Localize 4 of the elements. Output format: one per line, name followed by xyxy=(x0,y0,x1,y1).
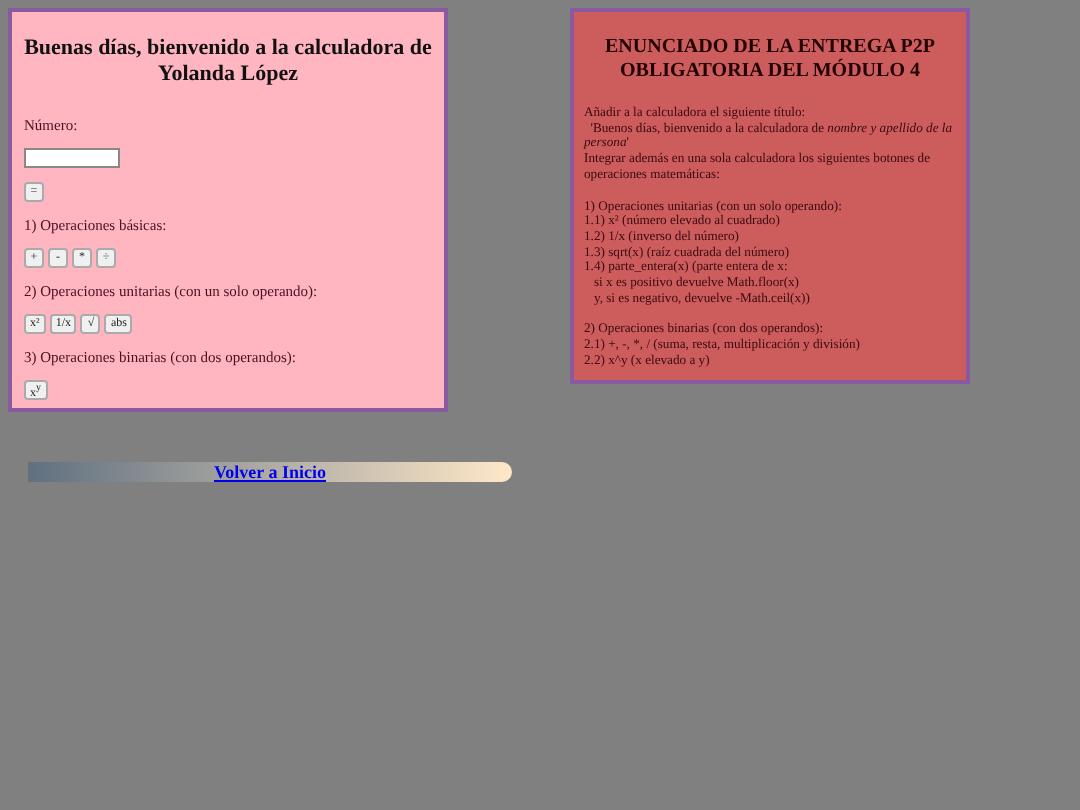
statement-title: ENUNCIADO DE LA ENTREGA P2P OBLIGATORIA DEL MÓDULO 4 xyxy=(602,36,938,84)
number-input-field[interactable] xyxy=(24,148,120,168)
back-link[interactable]: Volver a Inicio xyxy=(213,462,326,482)
calculator-title: Buenas días, bienvenido a la calculadora de Yolanda López xyxy=(24,36,432,88)
